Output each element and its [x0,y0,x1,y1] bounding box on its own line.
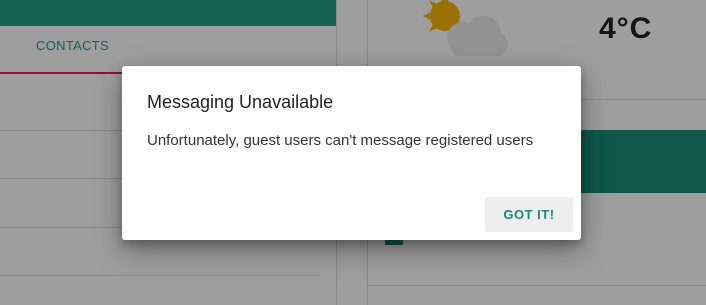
dialog-title: Messaging Unavailable [147,92,334,112]
got-it-button[interactable]: GOT IT! [485,197,573,232]
dialog-message: Unfortunately, guest users can't message… [147,132,534,149]
app-window: CONTACTS 4°C Messaging Unavailable Unfor… [0,0,706,305]
messaging-unavailable-dialog: Messaging Unavailable Unfortunately, gue… [122,66,581,240]
